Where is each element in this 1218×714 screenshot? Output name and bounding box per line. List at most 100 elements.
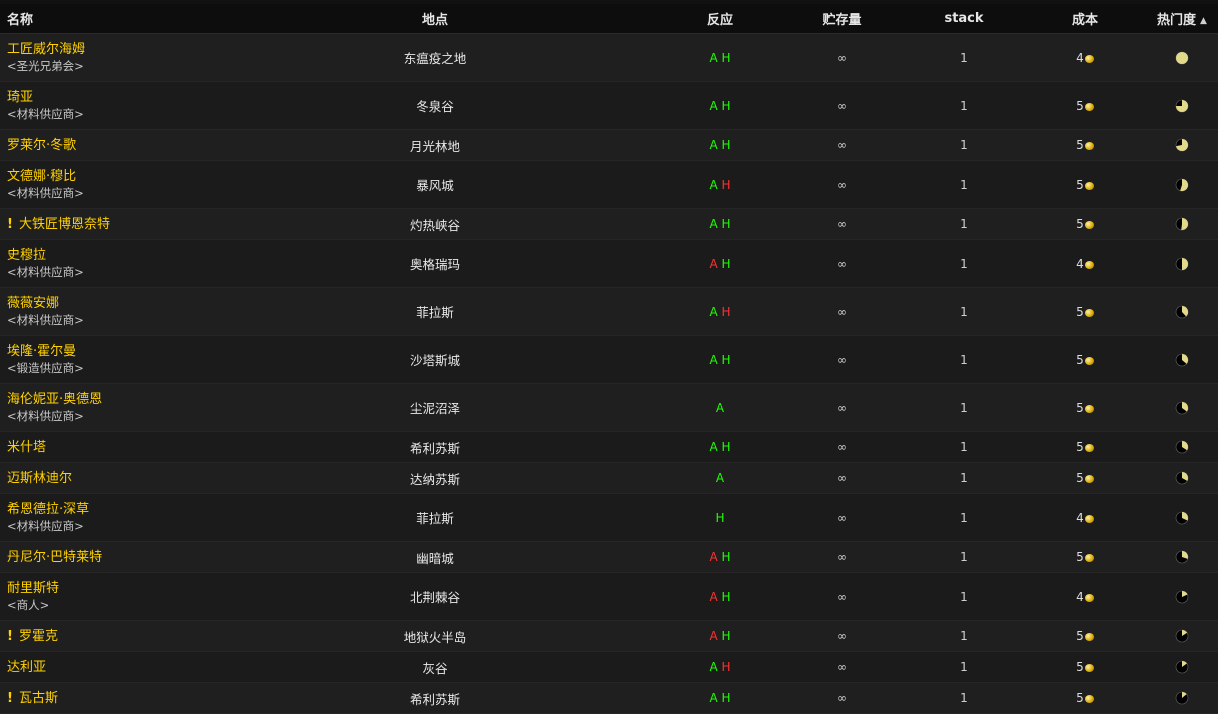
npc-subtitle: <材料供应商> — [7, 519, 84, 533]
location-link[interactable]: 冬泉谷 — [210, 81, 660, 130]
table-row[interactable]: ! 瓦古斯 希利苏斯 A H ∞ 1 5 — [0, 682, 1218, 714]
table-row[interactable]: 希恩德拉·深草 <材料供应商> 菲拉斯 H ∞ 1 4 — [0, 493, 1218, 542]
cost-value: 5 — [1076, 691, 1084, 705]
npc-name-link[interactable]: 琦亚 — [7, 90, 33, 105]
popularity-cell — [1146, 383, 1218, 432]
location-link[interactable]: 菲拉斯 — [210, 287, 660, 336]
column-header-cost[interactable]: 成本 — [1024, 4, 1146, 34]
table-body: 工匠威尔海姆 <圣光兄弟会> 东瘟疫之地 A H ∞ 1 4 琦亚 <材料供应商> 冬泉谷 A H ∞… — [0, 33, 1218, 714]
table-row[interactable]: 琦亚 <材料供应商> 冬泉谷 A H ∞ 1 5 — [0, 81, 1218, 130]
column-header-location[interactable]: 地点 — [210, 4, 660, 34]
table-row[interactable]: 丹尼尔·巴特莱特 幽暗城 A H ∞ 1 5 — [0, 541, 1218, 573]
location-link[interactable]: 北荆棘谷 — [210, 572, 660, 621]
location-link[interactable]: 月光林地 — [210, 129, 660, 161]
npc-name-link[interactable]: 史穆拉 — [7, 248, 46, 263]
table-row[interactable]: ! 大铁匠博恩奈特 灼热峡谷 A H ∞ 1 5 — [0, 208, 1218, 240]
gold-coin-icon — [1084, 221, 1094, 229]
npc-name-link[interactable]: 工匠威尔海姆 — [7, 42, 85, 57]
location-link[interactable]: 东瘟疫之地 — [210, 33, 660, 82]
table-row[interactable]: 达利亚 灰谷 A H ∞ 1 5 — [0, 651, 1218, 683]
location-link[interactable]: 达纳苏斯 — [210, 462, 660, 494]
npc-subtitle: <材料供应商> — [7, 313, 84, 327]
reaction-cell: A H — [660, 160, 780, 209]
npc-subtitle: <材料供应商> — [7, 107, 84, 121]
table-row[interactable]: 米什塔 希利苏斯 A H ∞ 1 5 — [0, 431, 1218, 463]
cost-value: 5 — [1076, 352, 1084, 367]
horde-reaction: H — [721, 50, 731, 65]
gold-coin-icon — [1084, 404, 1094, 413]
cost-value: 5 — [1076, 98, 1084, 113]
table-row[interactable]: 薇薇安娜 <材料供应商> 菲拉斯 A H ∞ 1 5 — [0, 287, 1218, 336]
column-header-reaction[interactable]: 反应 — [660, 4, 780, 34]
table-row[interactable]: 迈斯林迪尔 达纳苏斯 A ∞ 1 5 — [0, 462, 1218, 494]
npc-name-link[interactable]: 丹尼尔·巴特莱特 — [7, 550, 102, 565]
npc-name-link[interactable]: 文德娜·穆比 — [7, 169, 76, 184]
npc-name-link[interactable]: 罗莱尔·冬歌 — [7, 138, 76, 153]
location-link[interactable]: 幽暗城 — [210, 541, 660, 573]
npc-name-link[interactable]: 大铁匠博恩奈特 — [19, 217, 110, 232]
npc-name-link[interactable]: 薇薇安娜 — [7, 296, 59, 311]
location-link[interactable]: 希利苏斯 — [210, 431, 660, 463]
npc-name-link[interactable]: 希恩德拉·深草 — [7, 502, 89, 517]
gold-coin-icon — [1084, 514, 1094, 523]
alliance-reaction: A — [709, 50, 718, 65]
npc-name-link[interactable]: 达利亚 — [7, 660, 46, 675]
npc-name-link[interactable]: 埃隆·霍尔曼 — [7, 344, 76, 359]
column-header-stock[interactable]: 贮存量 — [780, 4, 904, 34]
popularity-cell — [1146, 287, 1218, 336]
reaction-cell: H — [660, 493, 780, 542]
alliance-reaction: A — [709, 589, 718, 604]
location-link[interactable]: 菲拉斯 — [210, 493, 660, 542]
quest-exclamation-icon: ! — [7, 216, 13, 232]
npc-name-link[interactable]: 米什塔 — [7, 440, 46, 455]
table-row[interactable]: 文德娜·穆比 <材料供应商> 暴风城 A H ∞ 1 5 — [0, 160, 1218, 209]
stack-value: 1 — [904, 33, 1024, 82]
stock-value: ∞ — [780, 208, 904, 240]
location-link[interactable]: 奥格瑞玛 — [210, 239, 660, 288]
horde-reaction: H — [721, 629, 731, 643]
cost-cell: 4 — [1024, 239, 1146, 288]
table-row[interactable]: 工匠威尔海姆 <圣光兄弟会> 东瘟疫之地 A H ∞ 1 4 — [0, 33, 1218, 82]
location-link[interactable]: 沙塔斯城 — [210, 335, 660, 384]
stock-value: ∞ — [780, 335, 904, 384]
table-row[interactable]: 罗莱尔·冬歌 月光林地 A H ∞ 1 5 — [0, 129, 1218, 161]
reaction-cell: A H — [660, 335, 780, 384]
location-link[interactable]: 希利苏斯 — [210, 682, 660, 714]
table-row[interactable]: 史穆拉 <材料供应商> 奥格瑞玛 A H ∞ 1 4 — [0, 239, 1218, 288]
popularity-cell — [1146, 651, 1218, 683]
alliance-reaction: A — [709, 217, 718, 231]
column-header-name[interactable]: 名称 — [0, 4, 210, 34]
alliance-reaction: A — [709, 629, 718, 643]
table-row[interactable]: 海伦妮亚·奥德恩 <材料供应商> 尘泥沼泽 A ∞ 1 5 — [0, 383, 1218, 432]
horde-reaction: H — [721, 550, 731, 564]
npc-name-link[interactable]: 耐里斯特 — [7, 581, 59, 596]
location-link[interactable]: 暴风城 — [210, 160, 660, 209]
location-link[interactable]: 尘泥沼泽 — [210, 383, 660, 432]
column-header-popularity-label: 热门度 — [1157, 13, 1197, 28]
table-row[interactable]: 埃隆·霍尔曼 <锻造供应商> 沙塔斯城 A H ∞ 1 5 — [0, 335, 1218, 384]
stock-value: ∞ — [780, 431, 904, 463]
alliance-reaction: A — [709, 660, 718, 674]
table-row[interactable]: 耐里斯特 <商人> 北荆棘谷 A H ∞ 1 4 — [0, 572, 1218, 621]
npc-cell: 迈斯林迪尔 — [0, 462, 210, 494]
npc-subtitle: <材料供应商> — [7, 186, 84, 200]
reaction-cell: A H — [660, 129, 780, 161]
npc-name-link[interactable]: 瓦古斯 — [19, 691, 58, 706]
npc-name-link[interactable]: 迈斯林迪尔 — [7, 471, 72, 486]
column-header-stack[interactable]: stack — [904, 4, 1024, 34]
popularity-cell — [1146, 462, 1218, 494]
horde-reaction: H — [721, 304, 731, 319]
location-link[interactable]: 灼热峡谷 — [210, 208, 660, 240]
location-link[interactable]: 地狱火半岛 — [210, 620, 660, 652]
cost-cell: 5 — [1024, 335, 1146, 384]
location-link[interactable]: 灰谷 — [210, 651, 660, 683]
table-row[interactable]: ! 罗霍克 地狱火半岛 A H ∞ 1 5 — [0, 620, 1218, 652]
stack-value: 1 — [904, 160, 1024, 209]
npc-name-link[interactable]: 海伦妮亚·奥德恩 — [7, 392, 102, 407]
npc-name-link[interactable]: 罗霍克 — [19, 629, 58, 644]
alliance-reaction: A — [709, 177, 718, 192]
column-header-popularity[interactable]: 热门度 ▲ — [1146, 4, 1218, 34]
gold-coin-icon — [1084, 356, 1094, 365]
horde-reaction: H — [715, 510, 725, 525]
cost-cell: 5 — [1024, 129, 1146, 161]
